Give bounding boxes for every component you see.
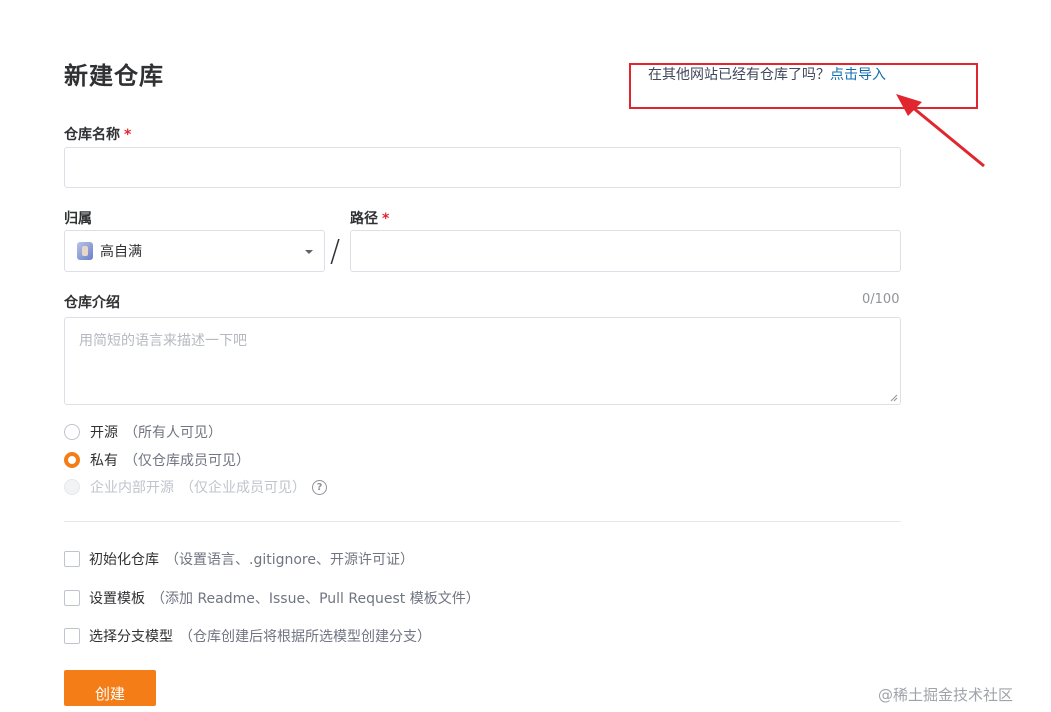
- checkbox-label: 选择分支模型: [89, 629, 173, 645]
- checkbox-label: 初始化仓库: [89, 552, 159, 568]
- checkbox-label: 设置模板: [89, 591, 145, 607]
- description-placeholder: 用简短的语言来描述一下吧: [79, 333, 247, 349]
- radio-label: 私有: [90, 453, 118, 469]
- radio-button[interactable]: [64, 452, 80, 468]
- path-label: 路径 *: [350, 211, 390, 227]
- radio-label: 企业内部开源: [90, 480, 174, 496]
- owner-label: 归属: [64, 211, 92, 227]
- resize-grip-icon[interactable]: [890, 394, 898, 402]
- radio-button: [64, 479, 80, 495]
- checkbox[interactable]: [64, 590, 80, 606]
- checkbox-note: （添加 Readme、Issue、Pull Request 模板文件）: [151, 591, 480, 607]
- checkbox-note: （仓库创建后将根据所选模型创建分支）: [179, 629, 431, 645]
- radio-private[interactable]: 私有 （仅仓库成员可见）: [64, 450, 250, 470]
- help-icon[interactable]: ?: [312, 479, 327, 495]
- page-title: 新建仓库: [64, 62, 164, 90]
- radio-note: （所有人可见）: [124, 425, 222, 441]
- checkbox[interactable]: [64, 628, 80, 644]
- path-input[interactable]: [350, 230, 901, 272]
- path-separator: /: [330, 234, 341, 269]
- repo-name-input[interactable]: [64, 147, 901, 188]
- radio-label: 开源: [90, 425, 118, 441]
- radio-button[interactable]: [64, 424, 80, 440]
- owner-name: 高自满: [100, 244, 142, 260]
- owner-select[interactable]: 高自满: [64, 230, 325, 272]
- radio-note: （仅企业成员可见）: [180, 480, 306, 496]
- checkbox-init-repo[interactable]: 初始化仓库 （设置语言、.gitignore、开源许可证）: [64, 549, 414, 569]
- required-mark: *: [382, 211, 390, 227]
- checkbox-note: （设置语言、.gitignore、开源许可证）: [165, 552, 414, 568]
- description-label: 仓库介绍: [64, 295, 120, 311]
- chevron-down-icon: [305, 250, 313, 254]
- divider: [64, 521, 901, 522]
- create-button[interactable]: 创建: [64, 670, 156, 706]
- watermark: @稀土掘金技术社区: [878, 686, 1014, 704]
- repo-name-label: 仓库名称 *: [64, 127, 132, 143]
- radio-public[interactable]: 开源 （所有人可见）: [64, 422, 222, 442]
- checkbox-branch-model[interactable]: 选择分支模型 （仓库创建后将根据所选模型创建分支）: [64, 626, 431, 646]
- annotation-arrow: [896, 94, 985, 168]
- required-mark: *: [124, 127, 132, 143]
- avatar: [77, 242, 93, 260]
- radio-enterprise: 企业内部开源 （仅企业成员可见） ?: [64, 477, 327, 497]
- description-counter: 0/100: [862, 292, 900, 307]
- checkbox-template[interactable]: 设置模板 （添加 Readme、Issue、Pull Request 模板文件）: [64, 588, 480, 608]
- checkbox[interactable]: [64, 551, 80, 567]
- description-textarea[interactable]: 用简短的语言来描述一下吧: [64, 317, 901, 405]
- radio-note: （仅仓库成员可见）: [124, 453, 250, 469]
